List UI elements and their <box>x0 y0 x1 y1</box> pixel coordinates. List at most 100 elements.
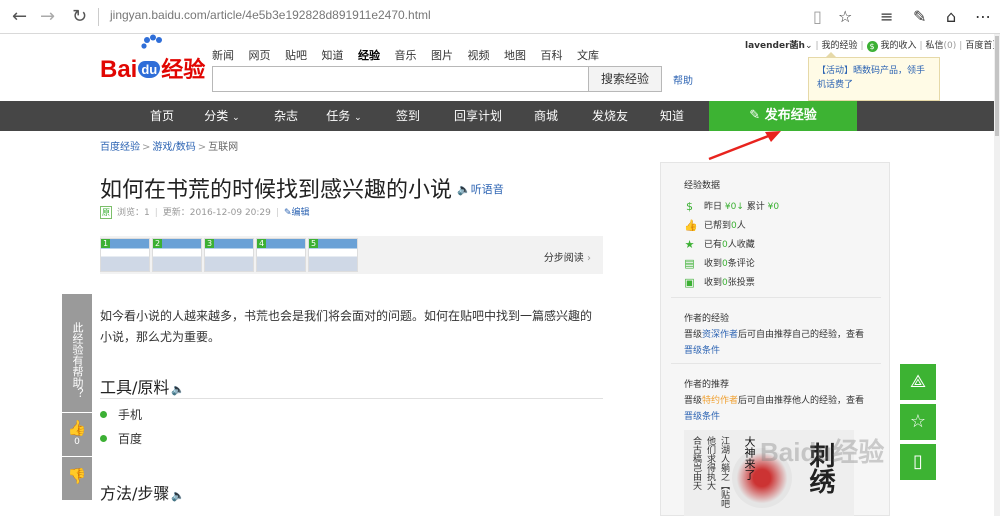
username-link[interactable]: lavender菡h <box>745 41 805 51</box>
more-icon[interactable]: ⋯ <box>975 7 991 26</box>
publish-experience-button[interactable]: ✎ 发布经验 <box>709 101 857 131</box>
yesterday-label: 昨日 <box>704 202 723 212</box>
share-float-button[interactable]: ⟁ <box>900 364 936 400</box>
baidu-watermark: Baidu经验 <box>760 437 885 467</box>
breadcrumb-item-current[interactable]: 互联网 <box>208 142 238 153</box>
nav-item-tasks[interactable]: 任务 ⌄ <box>318 101 370 131</box>
baidu-jingyan-logo[interactable]: Bai du 经验 <box>100 34 206 84</box>
listen-audio-button[interactable]: 🔈听语音 <box>457 181 504 197</box>
forward-icon[interactable]: → <box>40 7 55 27</box>
star-outline-icon: ☆ <box>909 411 927 432</box>
collected-pre: 已有 <box>704 240 723 250</box>
data-title: 经验数据 <box>684 181 721 191</box>
breadcrumb: 百度经验 > 游戏/数码 > 互联网 <box>100 142 239 153</box>
nav-item-magazine[interactable]: 杂志 <box>260 101 312 131</box>
nav-item-share-plan[interactable]: 回享计划 <box>446 101 510 131</box>
thumbs-up-icon: 👍 <box>67 419 87 437</box>
breadcrumb-item[interactable]: 游戏/数码 <box>152 142 195 153</box>
author-experience-title: 作者的经验 <box>684 314 730 324</box>
votes-row: ▣ 收到0张投票 <box>684 275 754 288</box>
back-icon[interactable]: ← <box>12 7 27 27</box>
step-number: 3 <box>205 239 215 248</box>
step-thumbnail[interactable]: 3 <box>204 238 254 272</box>
product-nav-item[interactable]: 图片 <box>431 49 453 62</box>
search-input[interactable] <box>212 66 588 92</box>
product-nav-item[interactable]: 百科 <box>541 49 563 62</box>
private-message-link[interactable]: 私信 <box>926 41 944 51</box>
product-nav-item[interactable]: 视频 <box>468 49 490 62</box>
tools-section-title: 工具/原料 🔈 <box>100 374 185 398</box>
article-meta: 原浏览：1 | 更新：2016-12-09 20:29 | ✎编辑 <box>100 206 310 219</box>
step-thumbnail[interactable]: 4 <box>256 238 306 272</box>
search-button[interactable]: 搜索经验 <box>588 66 662 92</box>
my-income-link[interactable]: 我的收入 <box>880 41 916 51</box>
favorite-float-button[interactable]: ☆ <box>900 404 936 440</box>
collected-post: 人收藏 <box>727 240 755 250</box>
nav-item-home[interactable]: 首页 <box>136 101 188 131</box>
my-experience-link[interactable]: 我的经验 <box>822 41 858 51</box>
senior-author-link[interactable]: 资深作者 <box>702 330 738 340</box>
product-nav-item[interactable]: 文库 <box>577 49 599 62</box>
product-nav-item[interactable]: 地图 <box>504 49 526 62</box>
refresh-icon[interactable]: ↻ <box>72 7 87 27</box>
product-nav-item[interactable]: 网页 <box>249 49 271 62</box>
down-arrow-icon: ↓ <box>736 202 744 212</box>
recommend-text-pre: 晋级 <box>684 396 703 406</box>
step-read-link[interactable]: 分步阅读 › <box>544 249 591 264</box>
nav-item-enthusiast[interactable]: 发烧友 <box>584 101 636 131</box>
product-nav-item-current[interactable]: 经验 <box>358 49 380 62</box>
step-thumbnail[interactable]: 1 <box>100 238 150 272</box>
edit-icon: ✎ <box>749 108 761 123</box>
recommend-text-post: 后可自由推荐他人的经验，查看 <box>738 396 865 406</box>
promotion-conditions-link[interactable]: 晋级条件 <box>684 343 720 356</box>
phone-float-button[interactable]: ▯ <box>900 444 936 480</box>
share-icon[interactable]: ⌂ <box>946 7 956 26</box>
product-nav-item[interactable]: 知道 <box>322 49 344 62</box>
nav-item-zhidao[interactable]: 知道 <box>646 101 698 131</box>
nav-item-category[interactable]: 分类 ⌄ <box>196 101 248 131</box>
promotion-conditions-link[interactable]: 晋级条件 <box>684 409 720 422</box>
product-nav-item[interactable]: 新闻 <box>212 49 234 62</box>
logo-du: du <box>138 61 161 78</box>
speaker-icon[interactable]: 🔈 <box>171 383 185 396</box>
like-button[interactable]: 👍 0 <box>62 412 92 456</box>
product-nav-item[interactable]: 音乐 <box>395 49 417 62</box>
author-recommend-title: 作者的推荐 <box>684 380 730 390</box>
publish-experience-label: 发布经验 <box>764 108 817 123</box>
tools-section-label: 工具/原料 <box>100 378 170 397</box>
user-bar: lavender菡h⌄ | 我的经验 | $ 我的收入 | 私信(0) | 百度首页 <box>745 41 1000 52</box>
ad-text-column: 他们求得执大 <box>705 436 715 490</box>
helpful-sidebar: 此经验有帮助？ 👍 0 👎 <box>62 294 92 506</box>
comment-icon: ▤ <box>684 257 695 270</box>
reading-view-icon[interactable]: ▯ <box>813 7 822 26</box>
author-text-pre: 晋级 <box>684 330 703 340</box>
chevron-down-icon: ⌄ <box>354 113 362 123</box>
nav-item-mall[interactable]: 商城 <box>520 101 572 131</box>
step-number: 5 <box>309 239 319 248</box>
divider <box>671 363 881 364</box>
product-nav-item[interactable]: 贴吧 <box>285 49 307 62</box>
hub-icon[interactable]: ≡ <box>880 7 893 26</box>
help-link[interactable]: 帮助 <box>673 72 693 87</box>
address-bar[interactable]: jingyan.baidu.com/article/4e5b3e192828d8… <box>110 8 431 22</box>
method-section-label: 方法/步骤 <box>100 484 170 503</box>
logo-jingyan: 经验 <box>161 57 206 82</box>
special-author-link[interactable]: 特约作者 <box>702 396 738 406</box>
dislike-button[interactable]: 👎 <box>62 456 92 500</box>
web-note-icon[interactable]: ✎ <box>913 7 926 26</box>
chevron-down-icon[interactable]: ⌄ <box>805 41 813 51</box>
step-thumbnail[interactable]: 5 <box>308 238 358 272</box>
scrollbar-thumb[interactable] <box>995 36 999 136</box>
page-scrollbar[interactable] <box>994 34 1000 516</box>
speaker-icon[interactable]: 🔈 <box>171 489 185 502</box>
favorite-star-icon[interactable]: ☆ <box>838 7 852 26</box>
breadcrumb-item[interactable]: 百度经验 <box>100 142 140 153</box>
share-icon: ⟁ <box>909 371 927 392</box>
update-time: 更新：2016-12-09 20:29 <box>162 208 271 218</box>
edit-link[interactable]: ✎编辑 <box>284 208 310 218</box>
browser-toolbar: ← → ↻ jingyan.baidu.com/article/4e5b3e19… <box>0 0 1000 34</box>
step-thumbnail[interactable]: 2 <box>152 238 202 272</box>
nav-item-tasks-label: 任务 <box>326 109 351 123</box>
activity-popup[interactable]: 【活动】晒数码产品，领手机话费了 <box>808 52 940 101</box>
nav-item-checkin[interactable]: 签到 <box>382 101 434 131</box>
